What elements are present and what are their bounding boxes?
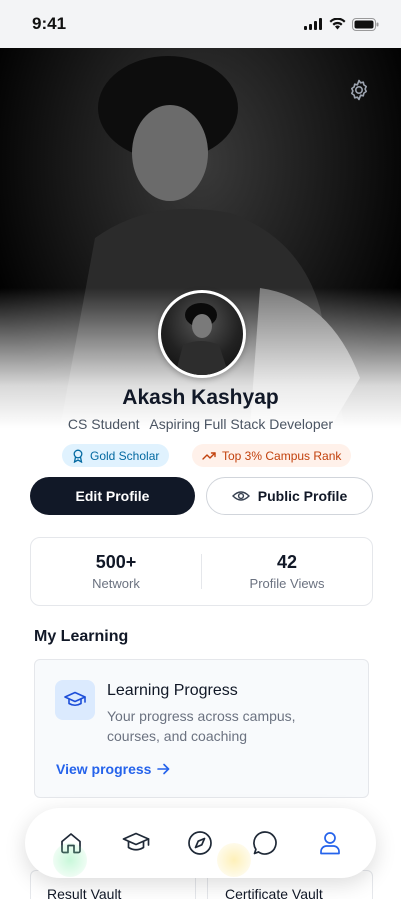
chat-icon — [253, 831, 277, 855]
profile-subtitle: CS Student Aspiring Full Stack Developer — [0, 416, 401, 432]
user-icon — [319, 832, 340, 855]
edit-profile-button[interactable]: Edit Profile — [30, 477, 195, 515]
status-bar: 9:41 — [0, 0, 401, 48]
edit-profile-label: Edit Profile — [75, 488, 150, 504]
nav-glow — [53, 843, 88, 877]
nav-profile[interactable] — [310, 823, 350, 863]
public-profile-button[interactable]: Public Profile — [206, 477, 373, 515]
nav-messages[interactable] — [217, 823, 285, 877]
graduation-cap-icon — [122, 832, 150, 851]
stat-profile-views[interactable]: 42 Profile Views — [202, 538, 372, 605]
nav-explore[interactable] — [180, 823, 220, 863]
compass-icon — [188, 831, 213, 855]
badge-label: Gold Scholar — [90, 448, 160, 463]
status-time: 9:41 — [32, 14, 67, 33]
eye-icon — [231, 491, 250, 501]
nav-home[interactable] — [51, 823, 91, 877]
wifi-icon — [329, 18, 346, 30]
profile-stats: 500+ Network 42 Profile Views — [30, 537, 373, 606]
view-progress-label: View progress — [56, 761, 152, 777]
gear-icon — [351, 79, 367, 101]
stat-value: 500+ — [95, 552, 137, 572]
view-progress-link[interactable]: View progress — [56, 761, 170, 777]
learning-progress-card[interactable]: Learning Progress Your progress across c… — [34, 659, 369, 798]
stat-value: 42 — [276, 552, 298, 572]
stat-label: Network — [92, 576, 140, 591]
public-profile-label: Public Profile — [257, 488, 348, 504]
stat-label: Profile Views — [249, 576, 325, 591]
learning-card-description: Your progress across campus, courses, an… — [107, 708, 296, 744]
badge-gold-scholar: Gold Scholar — [62, 444, 170, 467]
stat-network[interactable]: 500+ Network — [31, 538, 201, 605]
graduation-cap-icon — [64, 691, 86, 707]
learning-card-title: Learning Progress — [107, 682, 238, 699]
vault-label: Result Vault — [47, 886, 122, 899]
profile-role: CS Student — [67, 416, 140, 432]
nav-learning[interactable] — [116, 823, 156, 863]
badge-label: Top 3% Campus Rank — [222, 448, 342, 463]
award-icon — [73, 449, 83, 463]
avatar-figure — [175, 303, 229, 375]
nav-glow — [217, 843, 252, 877]
arrow-right-icon — [157, 763, 170, 775]
status-icons — [304, 17, 379, 31]
vault-label: Certificate Vault — [225, 886, 323, 899]
section-title-my-learning: My Learning — [34, 628, 129, 645]
profile-tagline: Aspiring Full Stack Developer — [149, 416, 334, 432]
profile-name: Akash Kashyap — [122, 386, 279, 409]
battery-icon — [352, 17, 379, 31]
badge-campus-rank: Top 3% Campus Rank — [192, 444, 352, 467]
signal-icon — [304, 18, 322, 30]
learning-icon-box — [55, 680, 95, 720]
settings-button[interactable] — [347, 78, 371, 102]
bottom-nav — [25, 808, 376, 878]
trending-up-icon — [202, 451, 216, 460]
avatar[interactable] — [158, 290, 246, 378]
